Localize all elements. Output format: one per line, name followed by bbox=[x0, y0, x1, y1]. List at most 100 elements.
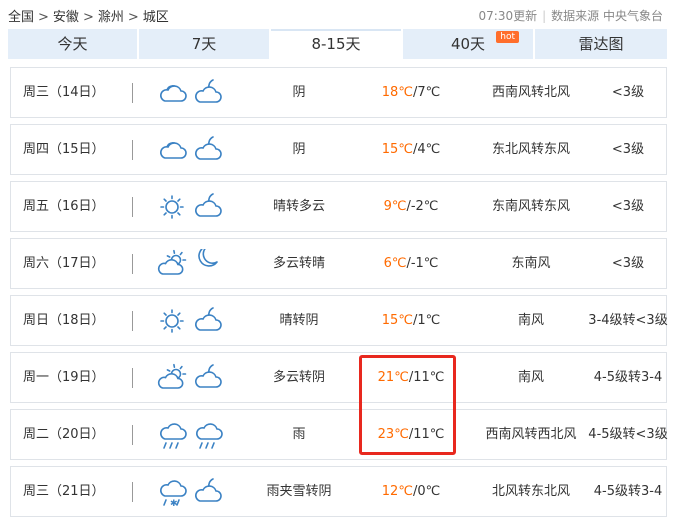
weather-condition: 雨夹雪转阴 bbox=[266, 484, 332, 499]
partly-cloudy-day-icon bbox=[157, 363, 187, 389]
low-temperature: /7℃ bbox=[412, 85, 441, 100]
weather-icons bbox=[157, 249, 227, 279]
forecast-row: 周五（16日） 晴转多云 9℃/-2℃ 东南风转东风 <3级 bbox=[10, 181, 667, 232]
partly-cloudy-night-icon bbox=[195, 307, 222, 331]
tab-radar[interactable]: 雷达图 bbox=[535, 29, 667, 59]
tab-label: 今天 bbox=[57, 35, 88, 53]
sunny-icon bbox=[160, 309, 184, 333]
partly-cloudy-night-icon bbox=[195, 79, 222, 103]
high-temperature: 9℃ bbox=[383, 199, 407, 214]
tab-40-days[interactable]: 40天 hot bbox=[403, 29, 533, 59]
cloudy-icon bbox=[160, 85, 187, 102]
divider bbox=[132, 482, 133, 502]
low-temperature: /-1℃ bbox=[406, 256, 439, 271]
breadcrumb-item-country[interactable]: 全国 bbox=[8, 10, 34, 25]
breadcrumb-separator: > bbox=[127, 10, 139, 25]
wind-direction: 西南风转北风 bbox=[491, 85, 570, 100]
forecast-day: 周三（21日） bbox=[23, 484, 105, 499]
weather-icons bbox=[157, 78, 227, 108]
divider bbox=[132, 254, 133, 274]
wind-direction: 东北风转东风 bbox=[491, 142, 570, 157]
wind-direction: 东南风 bbox=[511, 256, 551, 271]
breadcrumb-item-province[interactable]: 安徽 bbox=[53, 10, 79, 25]
temperature-range: 9℃/-2℃ bbox=[356, 182, 466, 231]
temperature-range: 21℃/11℃ bbox=[356, 353, 466, 402]
wind-level: <3级 bbox=[611, 199, 645, 214]
breadcrumb-item-district: 城区 bbox=[142, 10, 169, 25]
tab-8-15-days[interactable]: 8-15天 bbox=[271, 29, 401, 59]
divider bbox=[132, 368, 133, 388]
wind-level: <3级 bbox=[611, 256, 645, 271]
wind-level: 4-5级转3-4 bbox=[593, 484, 663, 499]
weather-condition: 多云转晴 bbox=[272, 256, 325, 271]
wind-level: <3级 bbox=[611, 85, 645, 100]
divider bbox=[132, 197, 133, 217]
weather-icons bbox=[157, 135, 227, 165]
high-temperature: 15℃ bbox=[381, 142, 413, 157]
weather-condition: 阴 bbox=[292, 142, 306, 157]
wind-level: <3级 bbox=[611, 142, 645, 157]
wind-direction: 东南风转东风 bbox=[491, 199, 570, 214]
wind-level: 3-4级转<3级 bbox=[588, 313, 668, 328]
forecast-day: 周一（19日） bbox=[23, 370, 105, 385]
temperature-range: 18℃/7℃ bbox=[356, 68, 466, 117]
weather-icons bbox=[157, 192, 227, 222]
temperature-range: 15℃/4℃ bbox=[356, 125, 466, 174]
low-temperature: /1℃ bbox=[412, 313, 441, 328]
weather-icons bbox=[157, 363, 227, 393]
wind-direction: 西南风转西北风 bbox=[485, 427, 577, 442]
divider: | bbox=[542, 9, 547, 23]
weather-icons bbox=[157, 420, 227, 450]
weather-condition: 阴 bbox=[292, 85, 306, 100]
rain-icon bbox=[160, 423, 187, 449]
low-temperature: /4℃ bbox=[412, 142, 441, 157]
temperature-range: 15℃/1℃ bbox=[356, 296, 466, 345]
high-temperature: 6℃ bbox=[383, 256, 407, 271]
divider bbox=[132, 140, 133, 160]
hot-badge: hot bbox=[496, 31, 519, 43]
partly-cloudy-day-icon bbox=[157, 249, 187, 275]
low-temperature: /0℃ bbox=[412, 484, 441, 499]
wind-direction: 北风转东北风 bbox=[491, 484, 570, 499]
forecast-row: 周三（14日） 阴 18℃/7℃ 西南风转北风 <3级 bbox=[10, 67, 667, 118]
weather-condition: 晴转多云 bbox=[272, 199, 325, 214]
weather-condition: 雨 bbox=[292, 427, 306, 442]
update-source: 07:30更新 | 数据来源 中央气象台 bbox=[479, 7, 663, 24]
forecast-day: 周二（20日） bbox=[23, 427, 105, 442]
breadcrumb-item-city[interactable]: 滁州 bbox=[98, 10, 124, 25]
tab-7-days[interactable]: 7天 bbox=[139, 29, 269, 59]
forecast-day: 周四（15日） bbox=[23, 142, 105, 157]
rain-icon bbox=[196, 423, 223, 449]
low-temperature: /11℃ bbox=[408, 370, 445, 385]
forecast-day: 周日（18日） bbox=[23, 313, 105, 328]
partly-cloudy-night-icon bbox=[195, 193, 222, 217]
temperature-range: 12℃/0℃ bbox=[356, 467, 466, 516]
sunny-icon bbox=[160, 195, 184, 219]
forecast-row: 周三（21日） ✱ 雨夹雪转阴 12℃/0℃ 北风转东北风 4-5级转3-4 bbox=[10, 466, 667, 517]
weather-condition: 多云转阴 bbox=[272, 370, 325, 385]
forecast-row: 周一（19日） 多云转阴 21℃/11℃ 南风 4-5级转3-4 bbox=[10, 352, 667, 403]
wind-level: 4-5级转<3级 bbox=[588, 427, 668, 442]
weather-icons bbox=[157, 306, 227, 336]
tab-label: 8-15天 bbox=[311, 35, 361, 53]
high-temperature: 12℃ bbox=[381, 484, 413, 499]
top-bar: 全国 > 安徽 > 滁州 > 城区 07:30更新 | 数据来源 中央气象台 bbox=[0, 0, 675, 29]
high-temperature: 23℃ bbox=[377, 427, 409, 442]
divider bbox=[132, 425, 133, 445]
tab-today[interactable]: 今天 bbox=[8, 29, 137, 59]
forecast-row: 周日（18日） 晴转阴 15℃/1℃ 南风 3-4级转<3级 bbox=[10, 295, 668, 346]
update-time: 07:30更新 bbox=[478, 9, 538, 23]
wind-level: 4-5级转3-4 bbox=[593, 370, 663, 385]
partly-cloudy-night-icon bbox=[195, 136, 222, 160]
high-temperature: 15℃ bbox=[381, 313, 413, 328]
divider bbox=[132, 311, 133, 331]
forecast-row: 周四（15日） 阴 15℃/4℃ 东北风转东风 <3级 bbox=[10, 124, 667, 175]
breadcrumb-separator: > bbox=[82, 10, 94, 25]
partly-cloudy-night-icon bbox=[195, 478, 222, 502]
sleet-icon: ✱ bbox=[160, 480, 187, 507]
breadcrumb: 全国 > 安徽 > 滁州 > 城区 bbox=[8, 6, 169, 25]
forecast-day: 周五（16日） bbox=[23, 199, 105, 214]
high-temperature: 21℃ bbox=[377, 370, 409, 385]
wind-direction: 南风 bbox=[517, 313, 544, 328]
divider bbox=[132, 83, 133, 103]
